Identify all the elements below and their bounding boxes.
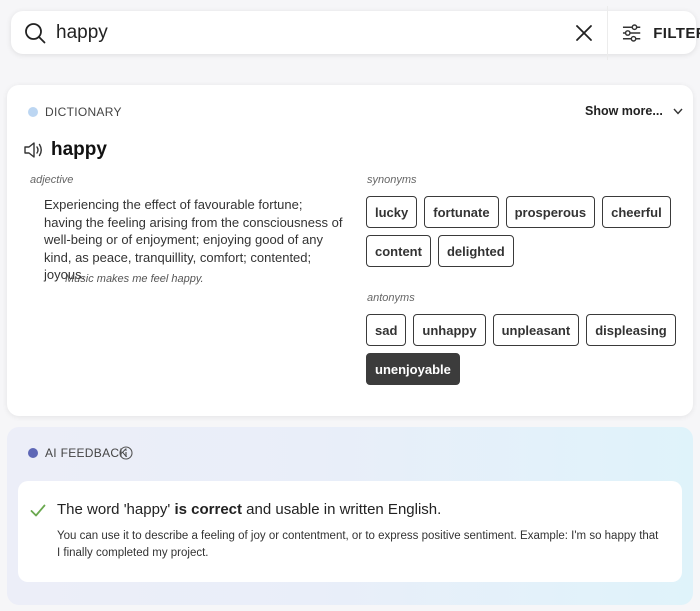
chevron-down-icon	[673, 108, 683, 115]
word-title: happy	[51, 139, 107, 160]
search-input[interactable]	[56, 18, 536, 48]
synonym-chip[interactable]: fortunate	[424, 196, 499, 228]
antonym-chip[interactable]: unpleasant	[492, 314, 580, 346]
synonym-chip[interactable]: cheerful	[602, 196, 671, 228]
search-bar: FILTER	[11, 6, 700, 60]
dictionary-section-label: DICTIONARY	[45, 105, 122, 119]
ai-feedback-card: AI FEEDBACK The word 'happy' is correct …	[7, 427, 693, 605]
antonym-chip-selected[interactable]: unenjoyable	[366, 353, 460, 385]
antonyms-list: sad unhappy unpleasant displeasing unenj…	[366, 314, 676, 385]
synonyms-list: lucky fortunate prosperous cheerful cont…	[366, 196, 676, 267]
info-icon[interactable]	[119, 446, 133, 460]
dictionary-dot	[28, 107, 38, 117]
verdict-suffix: and usable in written English.	[242, 501, 442, 518]
search-icon	[25, 23, 46, 44]
filter-button[interactable]: FILTER	[607, 6, 700, 60]
synonym-chip[interactable]: lucky	[366, 196, 418, 228]
part-of-speech: adjective	[30, 174, 74, 186]
ai-feedback-dot	[28, 448, 38, 458]
synonym-chip[interactable]: content	[366, 235, 431, 267]
definition-text: Experiencing the effect of favourable fo…	[44, 197, 343, 282]
antonym-chip[interactable]: sad	[366, 314, 407, 346]
antonym-chip[interactable]: displeasing	[586, 314, 676, 346]
feedback-box: The word 'happy' is correct and usable i…	[18, 481, 682, 582]
close-icon[interactable]	[575, 24, 593, 42]
synonym-chip[interactable]: delighted	[437, 235, 514, 267]
example-sentence: Music makes me feel happy.	[65, 273, 204, 285]
check-icon	[30, 504, 46, 517]
dictionary-card: DICTIONARY Show more... happy adjective …	[7, 85, 693, 416]
speaker-icon[interactable]	[23, 141, 43, 159]
feedback-verdict: The word 'happy' is correct and usable i…	[57, 501, 441, 518]
verdict-prefix: The word 'happy'	[57, 501, 175, 518]
ai-feedback-section-label: AI FEEDBACK	[45, 446, 128, 460]
antonym-chip[interactable]: unhappy	[413, 314, 486, 346]
show-more-button[interactable]: Show more...	[585, 104, 683, 118]
sliders-icon	[622, 24, 641, 42]
synonym-chip[interactable]: prosperous	[505, 196, 596, 228]
show-more-label: Show more...	[585, 104, 663, 118]
synonyms-label: synonyms	[367, 174, 417, 186]
antonyms-label: antonyms	[367, 292, 415, 304]
feedback-detail: You can use it to describe a feeling of …	[57, 530, 659, 559]
filter-label: FILTER	[653, 24, 700, 42]
verdict-emphasis: is correct	[174, 501, 243, 518]
